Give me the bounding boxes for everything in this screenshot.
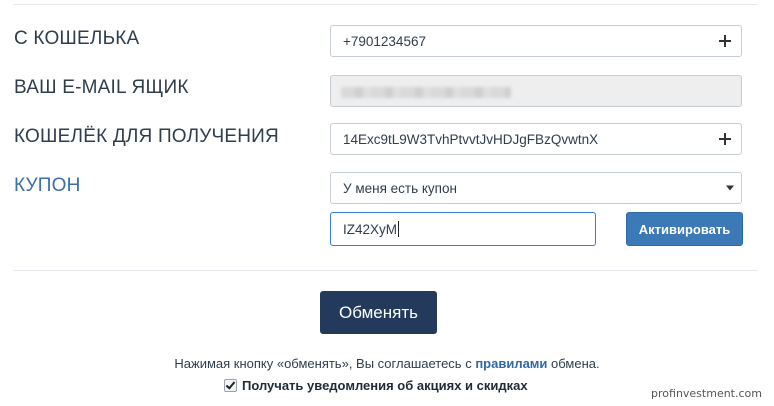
coupon-select-value: У меня есть купон: [343, 180, 457, 196]
from-wallet-value: +7901234567: [343, 33, 426, 49]
email-field[interactable]: [330, 75, 742, 107]
coupon-code-value: IZ42XyM: [343, 221, 398, 237]
plus-icon[interactable]: [719, 35, 731, 47]
top-divider: [14, 4, 758, 5]
terms-link[interactable]: правилами: [475, 356, 547, 371]
from-wallet-field[interactable]: +7901234567: [330, 25, 742, 57]
notifications-label: Получать уведомления об акциях и скидках: [242, 378, 528, 393]
from-wallet-label: С КОШЕЛЬКА: [14, 28, 140, 49]
text-cursor: [398, 221, 400, 237]
plus-icon[interactable]: [719, 133, 731, 145]
coupon-label: КУПОН: [14, 175, 81, 196]
watermark: profinvestment.com: [651, 387, 762, 400]
receive-wallet-label: КОШЕЛЁК ДЛЯ ПОЛУЧЕНИЯ: [14, 126, 279, 147]
receive-wallet-value: 14Exc9tL9W3TvhPtvvtJvHDJgFBzQvwtnX: [343, 131, 599, 147]
notifications-option[interactable]: Получать уведомления об акциях и скидках: [224, 378, 528, 393]
terms-text: Нажимая кнопку «обменять», Вы соглашаете…: [0, 356, 774, 371]
terms-prefix: Нажимая кнопку «обменять», Вы соглашаете…: [174, 356, 476, 371]
notifications-checkbox[interactable]: [224, 379, 237, 392]
coupon-code-input[interactable]: IZ42XyM: [330, 212, 596, 246]
bottom-divider: [14, 270, 758, 271]
email-label: ВАШ E-MAIL ЯЩИК: [14, 77, 189, 98]
coupon-select[interactable]: У меня есть купон: [330, 172, 742, 204]
blurred-email-value: [341, 87, 511, 98]
caret-down-icon: [726, 185, 734, 191]
exchange-button[interactable]: Обменять: [320, 291, 437, 334]
terms-suffix: обмена.: [547, 356, 600, 371]
activate-button[interactable]: Активировать: [626, 212, 743, 246]
receive-wallet-field[interactable]: 14Exc9tL9W3TvhPtvvtJvHDJgFBzQvwtnX: [330, 123, 742, 155]
